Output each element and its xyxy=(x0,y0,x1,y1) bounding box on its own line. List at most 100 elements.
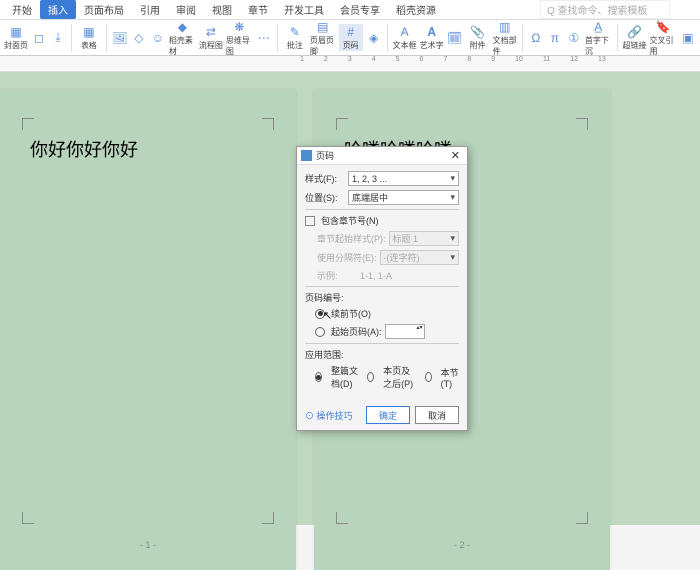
more-icon: ⋯ xyxy=(256,30,272,46)
icons-button[interactable]: ☺ xyxy=(150,30,166,46)
continue-label: 续前节(O) xyxy=(331,307,371,320)
page-break-button[interactable]: ⤓ xyxy=(50,30,66,46)
page-1[interactable]: 你好你好你好 - 1 - xyxy=(0,90,296,570)
more-button[interactable]: ⋯ xyxy=(256,30,272,46)
startat-radio[interactable] xyxy=(315,327,325,337)
numbering-button[interactable]: ① xyxy=(566,30,582,46)
tab-member[interactable]: 会员专享 xyxy=(332,0,388,19)
page-1-text[interactable]: 你好你好你好 xyxy=(30,136,138,162)
page-1-number: - 1 - xyxy=(0,540,296,550)
num-icon: ① xyxy=(566,30,582,46)
tab-view[interactable]: 视图 xyxy=(204,0,240,19)
table-button[interactable]: ▦表格 xyxy=(77,24,101,51)
docer-button[interactable]: ◆稻壳素材 xyxy=(169,19,196,57)
tab-review[interactable]: 审阅 xyxy=(168,0,204,19)
tab-bar: 开始 插入 页面布局 引用 审阅 视图 章节 开发工具 会员专享 稻壳资源 Q … xyxy=(0,0,700,20)
help-link[interactable]: ⊙ 操作技巧 xyxy=(305,409,353,422)
apply-whole-radio[interactable] xyxy=(315,372,322,382)
date-icon: 🗓 xyxy=(447,30,463,46)
dropcap-button[interactable]: A̲首字下沉 xyxy=(585,19,612,57)
dialog-title-text: 页码 xyxy=(316,149,334,162)
format-label: 样式(F): xyxy=(305,172,345,185)
apply-section-radio[interactable] xyxy=(425,372,432,382)
hf-icon: ▤ xyxy=(315,19,331,35)
wordart-button[interactable]: 𝐀艺术字 xyxy=(420,24,444,51)
crossref-button[interactable]: 🔖交叉引用 xyxy=(650,19,677,57)
break-icon: ⤓ xyxy=(50,30,66,46)
wordart-icon: 𝐀 xyxy=(424,24,440,40)
table-icon: ▦ xyxy=(81,24,97,40)
watermark-icon: ◈ xyxy=(366,30,382,46)
dropcap-icon: A̲ xyxy=(590,19,606,35)
apply-section-text: 本节(T) xyxy=(441,366,459,389)
pagenum-icon: # xyxy=(343,24,359,40)
page-2-number: - 2 - xyxy=(314,540,610,550)
chapter-style-select: 标题 1 xyxy=(389,231,460,246)
chapter-label: 包含章节号(N) xyxy=(321,214,379,227)
position-label: 位置(S): xyxy=(305,191,345,204)
cover-icon: ▦ xyxy=(8,24,24,40)
separator-select: -(连字符) xyxy=(380,250,460,265)
textbox-icon: A xyxy=(397,24,413,40)
attach-icon: 📎 xyxy=(470,24,486,40)
mindmap-button[interactable]: ❋思维导图 xyxy=(226,19,253,57)
hyperlink-button[interactable]: 🔗超链接 xyxy=(623,24,647,51)
textbox-button[interactable]: A文本框 xyxy=(393,24,417,51)
apply-from-label: 本页及之后(P) xyxy=(383,364,418,390)
object-icon: ▣ xyxy=(680,30,696,46)
link-icon: 🔗 xyxy=(627,24,643,40)
tab-section[interactable]: 章节 xyxy=(240,0,276,19)
tab-insert[interactable]: 插入 xyxy=(40,0,76,19)
format-select[interactable]: 1, 2, 3 ... xyxy=(348,171,459,186)
tab-dev[interactable]: 开发工具 xyxy=(276,0,332,19)
symbol-icon: Ω xyxy=(528,30,544,46)
watermark-button[interactable]: ◈ xyxy=(366,30,382,46)
docer-icon: ◆ xyxy=(174,19,190,35)
tab-start[interactable]: 开始 xyxy=(4,0,40,19)
shapes-icon: ◇ xyxy=(131,30,147,46)
picture-button[interactable]: 🖼 xyxy=(112,30,128,46)
ruler: 12345678910111213 xyxy=(0,56,700,72)
continue-radio[interactable] xyxy=(315,309,325,319)
ribbon: ▦封面页 ◻ ⤓ ▦表格 🖼 ◇ ☺ ◆稻壳素材 ⇄流程图 ❋思维导图 ⋯ ✎批… xyxy=(0,20,700,56)
cover-page-button[interactable]: ▦封面页 xyxy=(4,24,28,51)
bookmark-icon: 🔖 xyxy=(655,19,671,35)
command-search[interactable]: Q 查找命令、搜索模板 xyxy=(540,0,670,19)
close-button[interactable]: ✕ xyxy=(448,149,463,162)
cancel-button[interactable]: 取消 xyxy=(415,406,459,424)
chapter-checkbox[interactable] xyxy=(305,216,315,226)
dialog-titlebar[interactable]: 页码 ✕ xyxy=(297,147,467,165)
symbol-button[interactable]: Ω xyxy=(528,30,544,46)
startat-spinner[interactable] xyxy=(385,324,425,339)
parts-icon: ▥ xyxy=(497,19,513,35)
page-number-button[interactable]: #页码 xyxy=(339,24,363,51)
flowchart-button[interactable]: ⇄流程图 xyxy=(199,24,223,51)
date-button[interactable]: 🗓 xyxy=(447,30,463,46)
eq-icon: π xyxy=(547,30,563,46)
mindmap-icon: ❋ xyxy=(231,19,247,35)
ok-button[interactable]: 确定 xyxy=(366,406,410,424)
example-label: 示例: xyxy=(317,269,357,282)
separator-label: 使用分隔符(E): xyxy=(317,251,377,264)
tab-docer[interactable]: 稻壳资源 xyxy=(388,0,444,19)
position-select[interactable]: 底端居中 xyxy=(348,190,459,205)
header-footer-button[interactable]: ▤页眉页脚 xyxy=(310,19,336,57)
example-value: 1-1, 1-A xyxy=(360,271,392,281)
tab-layout[interactable]: 页面布局 xyxy=(76,0,132,19)
blank-icon: ◻ xyxy=(31,30,47,46)
object-button[interactable]: ▣ xyxy=(680,30,696,46)
blank-page-button[interactable]: ◻ xyxy=(31,30,47,46)
equation-button[interactable]: π xyxy=(547,30,563,46)
shapes-button[interactable]: ◇ xyxy=(131,30,147,46)
flowchart-icon: ⇄ xyxy=(203,24,219,40)
docparts-button[interactable]: ▥文档部件 xyxy=(493,19,517,57)
picture-icon: 🖼 xyxy=(112,30,128,46)
attachment-button[interactable]: 📎附件 xyxy=(466,24,490,51)
comment-button[interactable]: ✎批注 xyxy=(283,24,307,51)
apply-from-radio[interactable] xyxy=(367,372,374,382)
numbering-section-label: 页码编号: xyxy=(305,291,459,304)
startat-label: 起始页码(A): xyxy=(331,325,382,338)
apply-section-label: 应用范围: xyxy=(305,348,459,361)
chapter-style-label: 章节起始样式(P): xyxy=(317,232,386,245)
tab-ref[interactable]: 引用 xyxy=(132,0,168,19)
